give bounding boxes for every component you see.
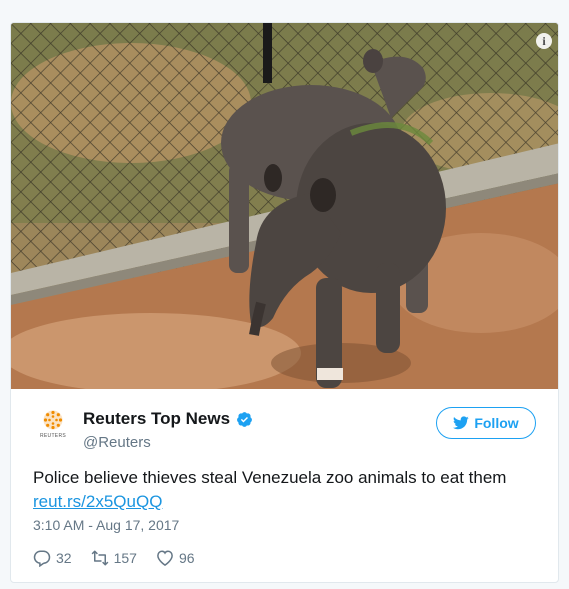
tweet-timestamp[interactable]: 3:10 AM - Aug 17, 2017 — [33, 517, 179, 533]
tweet-text: Police believe thieves steal Venezuela z… — [33, 468, 507, 487]
like-action[interactable]: 96 — [156, 549, 195, 567]
tweet-author: REUTERS Reuters Top News @Reuters Follow — [33, 405, 538, 455]
reuters-logo-text: REUTERS — [40, 433, 66, 439]
heart-icon — [157, 550, 173, 567]
reply-action[interactable]: 32 — [33, 549, 72, 567]
retweet-action[interactable]: 157 — [91, 549, 137, 567]
info-icon[interactable]: i — [536, 33, 552, 49]
like-count: 96 — [178, 550, 195, 566]
avatar[interactable]: REUTERS — [33, 409, 73, 449]
handle: @Reuters — [83, 434, 151, 451]
reply-count: 32 — [56, 550, 72, 566]
tweet-photo[interactable]: i — [11, 23, 558, 389]
tweet-actions: 32 157 96 — [33, 547, 214, 569]
reply-icon — [33, 550, 51, 567]
twitter-bird-icon — [453, 416, 470, 430]
tweet-link[interactable]: reut.rs/2x5QuQQ — [33, 490, 162, 514]
follow-label: Follow — [474, 415, 519, 431]
follow-button[interactable]: Follow — [436, 407, 536, 439]
author-name-block[interactable]: Reuters Top News @Reuters — [83, 409, 253, 451]
verified-badge-icon — [237, 411, 252, 427]
tweet-card: i REUTERS Reuters Top News @Reuters Foll… — [10, 22, 559, 583]
tapir-photo — [11, 23, 558, 389]
reuters-logo-icon — [43, 410, 63, 430]
retweet-count: 157 — [113, 550, 137, 566]
display-name: Reuters Top News — [83, 409, 231, 428]
display-name-row: Reuters Top News — [83, 409, 253, 429]
retweet-icon — [91, 550, 108, 566]
